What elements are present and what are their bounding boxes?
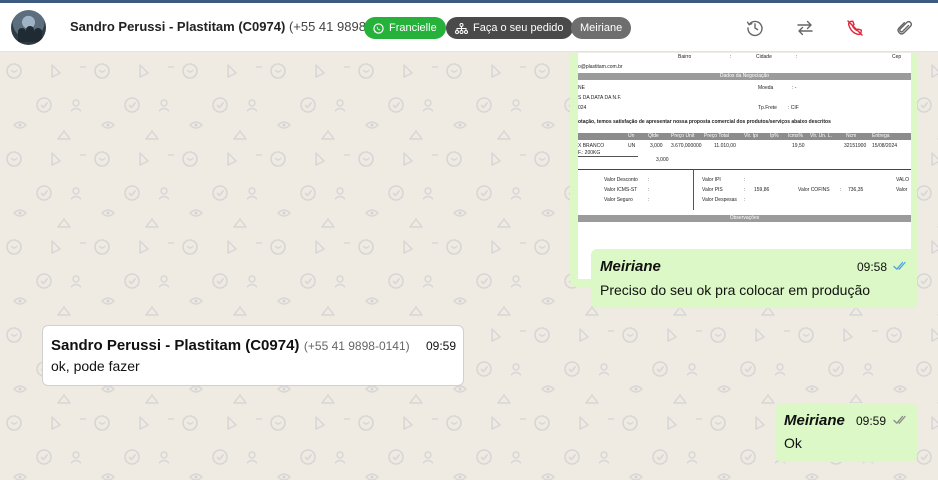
doc-th-icms: Icms% bbox=[788, 133, 803, 139]
doc-moeda-value: : - bbox=[792, 85, 797, 91]
doc-item-desc-1: X BRANCO bbox=[578, 143, 605, 149]
doc-valor-desconto: Valor Desconto bbox=[604, 177, 638, 183]
doc-item-preco-unit: 3.670,000000 bbox=[671, 143, 702, 149]
doc-th-preco-unit: Preço Unit bbox=[671, 133, 695, 139]
doc-valor-ipi: Valor IPI bbox=[702, 177, 721, 183]
doc-item-icms: 19,50 bbox=[792, 143, 805, 149]
doc-item-preco-total: 11.010,00 bbox=[714, 143, 736, 149]
doc-vertical-divider bbox=[693, 170, 694, 210]
outgoing-message[interactable]: Meiriane 09:58 Preciso do seu ok pra col… bbox=[591, 249, 917, 308]
doc-item-entrega: 15/08/2024 bbox=[872, 143, 898, 149]
doc-valor-despesas: Valor Despesas bbox=[702, 197, 737, 203]
doc-address-bairro: Bairro bbox=[678, 54, 692, 60]
message-text: Ok bbox=[784, 435, 802, 451]
doc-data-nf: S DA DATA DA N.F. bbox=[578, 95, 622, 101]
contact-name: Sandro Perussi - Plastitam (C0974) bbox=[70, 19, 286, 34]
doc-th-qtde: Qtde bbox=[648, 133, 659, 139]
history-icon[interactable] bbox=[745, 18, 765, 38]
message-sender-block: Sandro Perussi - Plastitam (C0974) (+55 … bbox=[51, 337, 410, 355]
doc-item-qtde: 3,000 bbox=[650, 143, 663, 149]
network-icon bbox=[455, 22, 468, 34]
attachment-icon[interactable] bbox=[895, 18, 915, 38]
doc-pis-value: 159,86 bbox=[754, 187, 770, 193]
doc-item-underline bbox=[578, 156, 638, 157]
contact-title[interactable]: Sandro Perussi - Plastitam (C0974) (+55 … bbox=[70, 19, 404, 34]
doc-th-preco-total: Preço Total bbox=[704, 133, 729, 139]
incoming-message[interactable]: Sandro Perussi - Plastitam (C0974) (+55 … bbox=[42, 325, 464, 386]
doc-despesas-colon: : bbox=[744, 197, 746, 203]
doc-icms-st-colon: : bbox=[648, 187, 650, 193]
doc-valo-trunc: VALO bbox=[896, 177, 909, 183]
doc-th-vlr-ipi: Vlr. Ipi bbox=[744, 133, 758, 139]
doc-th-ip: Ip% bbox=[770, 133, 779, 139]
doc-th-vlr-un-l: Vlr. Un. L. bbox=[810, 133, 832, 139]
doc-year: 024 bbox=[578, 105, 587, 111]
message-time: 09:59 bbox=[856, 414, 887, 428]
agent-tag-label: Francielle bbox=[389, 22, 437, 34]
doc-section-observacoes: Observações bbox=[578, 215, 911, 222]
doc-valor-cofins: Valor COFINS bbox=[798, 187, 830, 193]
doc-valor-icms-st: Valor ICMS-ST bbox=[604, 187, 638, 193]
double-check-delivered-icon bbox=[893, 415, 906, 424]
chat-area[interactable]: Bairro : Cidade : Cep o@plastitam.com.br… bbox=[0, 53, 938, 480]
doc-seguro-colon: : bbox=[648, 197, 650, 203]
doc-address-colon-1: : bbox=[730, 54, 732, 60]
doc-table-header: Un Qtde Preço Unit Preço Total Vlr. Ipi … bbox=[578, 133, 911, 140]
doc-valor-trunc: Valor bbox=[896, 187, 908, 193]
message-sender-phone: (+55 41 9898-0141) bbox=[303, 339, 410, 353]
doc-section-negotiation: Dados da Negociação bbox=[578, 73, 911, 80]
doc-moeda-label: Moeda bbox=[758, 85, 774, 91]
doc-cofins-colon: : bbox=[840, 187, 842, 193]
message-text: ok, pode fazer bbox=[51, 358, 140, 374]
doc-email: o@plastitam.com.br bbox=[578, 64, 623, 70]
doc-item-un: UN bbox=[628, 143, 636, 149]
user-tag-label: Meiriane bbox=[580, 22, 623, 34]
document-preview[interactable]: Bairro : Cidade : Cep o@plastitam.com.br… bbox=[578, 53, 911, 279]
doc-th-un: Un bbox=[628, 133, 635, 139]
doc-item-ncm: 32151900 bbox=[844, 143, 867, 149]
doc-ne: NE bbox=[578, 85, 585, 91]
outgoing-message[interactable]: Meiriane 09:59 Ok bbox=[776, 403, 917, 462]
doc-intro-text: otação, temos satisfação de apresentar n… bbox=[578, 119, 831, 125]
doc-th-ncm: Ncm bbox=[846, 133, 857, 139]
doc-item-total-qty: 3,000 bbox=[656, 157, 669, 163]
message-time: 09:59 bbox=[426, 339, 457, 353]
doc-ipi-colon: : bbox=[744, 177, 746, 183]
order-tag[interactable]: Faça o seu pedido bbox=[446, 17, 573, 39]
chat-header: Sandro Perussi - Plastitam (C0974) (+55 … bbox=[0, 3, 938, 52]
whatsapp-icon bbox=[373, 22, 384, 34]
message-sender: Meiriane bbox=[784, 412, 845, 429]
doc-pis-colon: : bbox=[744, 187, 746, 193]
message-text: Preciso do seu ok pra colocar em produçã… bbox=[600, 282, 871, 298]
doc-address-cidade: Cidade bbox=[756, 54, 772, 60]
doc-desconto-colon: : bbox=[648, 177, 650, 183]
doc-cofins-value: 736,35 bbox=[848, 187, 864, 193]
doc-tp-frete-value: : CIF bbox=[788, 105, 799, 111]
doc-address-cep: Cep bbox=[892, 54, 902, 60]
doc-valor-seguro: Valor Seguro bbox=[604, 197, 633, 203]
avatar[interactable] bbox=[11, 10, 46, 45]
doc-valor-pis: Valor PIS bbox=[702, 187, 723, 193]
doc-divider bbox=[578, 169, 911, 170]
end-call-icon[interactable] bbox=[845, 18, 865, 38]
doc-th-entrega: Entrega bbox=[872, 133, 890, 139]
user-tag[interactable]: Meiriane bbox=[571, 17, 632, 39]
message-sender: Meiriane bbox=[600, 258, 661, 275]
message-sender: Sandro Perussi - Plastitam (C0974) bbox=[51, 337, 300, 354]
double-check-read-icon bbox=[893, 261, 906, 270]
transfer-icon[interactable] bbox=[795, 18, 815, 38]
order-tag-label: Faça o seu pedido bbox=[473, 22, 564, 34]
doc-address-colon-2: : bbox=[796, 54, 798, 60]
message-time: 09:58 bbox=[857, 260, 888, 274]
doc-tp-frete-label: Tp.Frete bbox=[758, 105, 777, 111]
agent-tag[interactable]: Francielle bbox=[364, 17, 446, 39]
